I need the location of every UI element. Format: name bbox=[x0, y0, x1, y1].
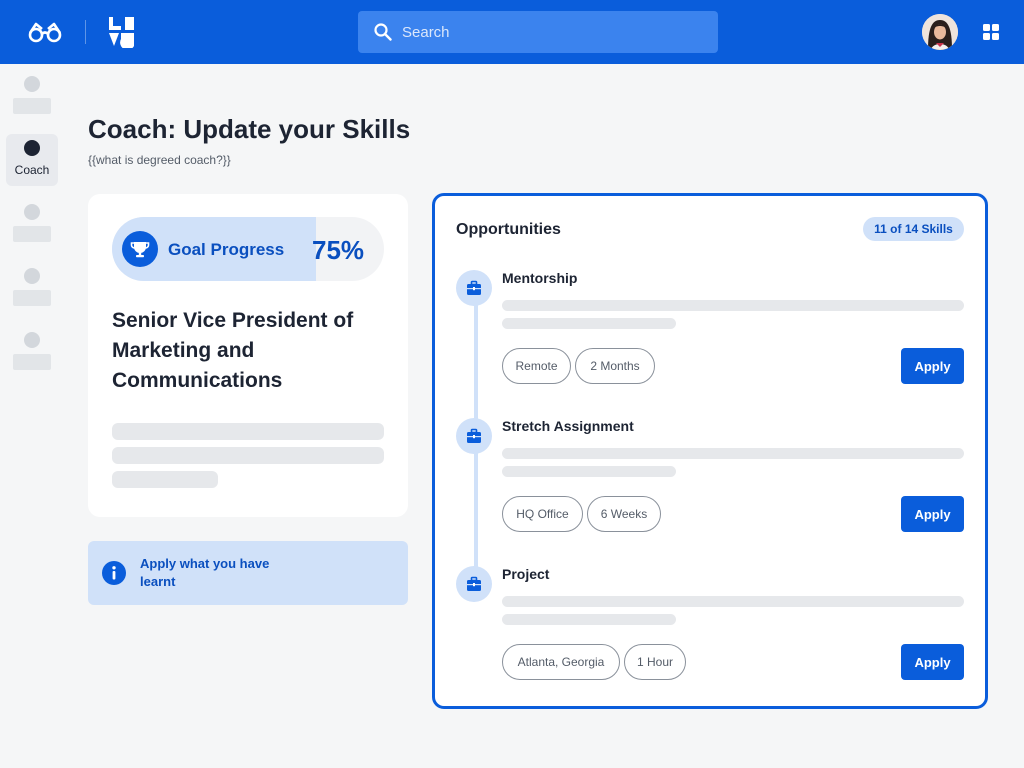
location-tag: Remote bbox=[502, 348, 571, 384]
logo-divider bbox=[85, 20, 86, 44]
sidebar-item-placeholder[interactable] bbox=[6, 198, 58, 250]
opportunity-item-project: Project Atlanta, Georgia 1 Hour Apply bbox=[435, 566, 985, 706]
goal-progress-label: Goal Progress bbox=[168, 240, 285, 259]
sidebar-dot-icon bbox=[24, 268, 40, 284]
search-icon bbox=[374, 23, 392, 41]
goal-progress-pill: Goal Progress 75% bbox=[112, 217, 384, 281]
sidebar-label-placeholder bbox=[13, 290, 51, 306]
page-title: Coach: Update your Skills bbox=[88, 114, 411, 144]
goal-card: Goal Progress 75% Senior Vice President … bbox=[88, 194, 408, 517]
info-banner: Apply what you have learnt bbox=[88, 541, 408, 605]
location-tag: Atlanta, Georgia bbox=[502, 644, 620, 680]
goal-role-title: Senior Vice President of Marketing and C… bbox=[112, 309, 354, 392]
briefcase-icon bbox=[456, 270, 492, 306]
opportunities-card: Opportunities 11 of 14 Skills Mentorship… bbox=[432, 193, 988, 709]
text-placeholder bbox=[112, 447, 384, 464]
opportunities-title: Opportunities bbox=[456, 221, 561, 238]
glasses-logo-icon[interactable] bbox=[28, 20, 62, 44]
sidebar-item-placeholder[interactable] bbox=[6, 262, 58, 314]
text-placeholder bbox=[502, 300, 964, 311]
sidebar-item-label: Coach bbox=[14, 163, 50, 177]
text-placeholder bbox=[112, 471, 218, 488]
sidebar-label-placeholder bbox=[13, 354, 51, 370]
duration-tag: 1 Hour bbox=[624, 644, 686, 680]
duration-tag: 6 Weeks bbox=[587, 496, 661, 532]
top-bar bbox=[0, 0, 1024, 64]
sidebar-dot-icon bbox=[24, 140, 40, 156]
sidebar-dot-icon bbox=[24, 204, 40, 220]
sidebar-dot-icon bbox=[24, 332, 40, 348]
trophy-icon bbox=[122, 231, 158, 267]
location-tag: HQ Office bbox=[502, 496, 583, 532]
duration-tag: 2 Months bbox=[575, 348, 655, 384]
user-avatar-icon bbox=[922, 14, 958, 50]
page-subtitle[interactable]: {{what is degreed coach?}} bbox=[88, 153, 231, 167]
apply-button[interactable]: Apply bbox=[901, 644, 964, 680]
text-placeholder bbox=[112, 423, 384, 440]
text-placeholder bbox=[502, 318, 676, 329]
opportunity-name: Project bbox=[502, 566, 550, 582]
briefcase-icon bbox=[456, 566, 492, 602]
sidebar-dot-icon bbox=[24, 76, 40, 92]
text-placeholder bbox=[502, 466, 676, 477]
goal-progress-percent: 75% bbox=[312, 235, 365, 265]
apps-grid-icon[interactable] bbox=[983, 24, 999, 40]
text-placeholder bbox=[502, 448, 964, 459]
info-icon bbox=[102, 561, 126, 585]
opportunity-item-stretch-assignment: Stretch Assignment HQ Office 6 Weeks App… bbox=[435, 418, 985, 558]
search-bar[interactable] bbox=[358, 11, 718, 53]
search-input[interactable] bbox=[402, 11, 702, 53]
sidebar-item-placeholder[interactable] bbox=[6, 70, 58, 122]
text-placeholder bbox=[502, 596, 964, 607]
brand-mark-icon[interactable] bbox=[107, 16, 137, 48]
avatar[interactable] bbox=[922, 14, 958, 50]
sidebar-label-placeholder bbox=[13, 98, 51, 114]
skills-count-badge: 11 of 14 Skills bbox=[863, 217, 964, 241]
sidebar-label-placeholder bbox=[13, 226, 51, 242]
info-text: Apply what you have learnt bbox=[140, 556, 270, 589]
briefcase-icon bbox=[456, 418, 492, 454]
apply-button[interactable]: Apply bbox=[901, 348, 964, 384]
sidebar-item-placeholder[interactable] bbox=[6, 326, 58, 378]
text-placeholder bbox=[502, 614, 676, 625]
sidebar-item-coach[interactable]: Coach bbox=[6, 134, 58, 186]
opportunity-name: Stretch Assignment bbox=[502, 418, 634, 434]
apply-button[interactable]: Apply bbox=[901, 496, 964, 532]
opportunity-name: Mentorship bbox=[502, 270, 578, 286]
opportunity-item-mentorship: Mentorship Remote 2 Months Apply bbox=[435, 270, 985, 410]
